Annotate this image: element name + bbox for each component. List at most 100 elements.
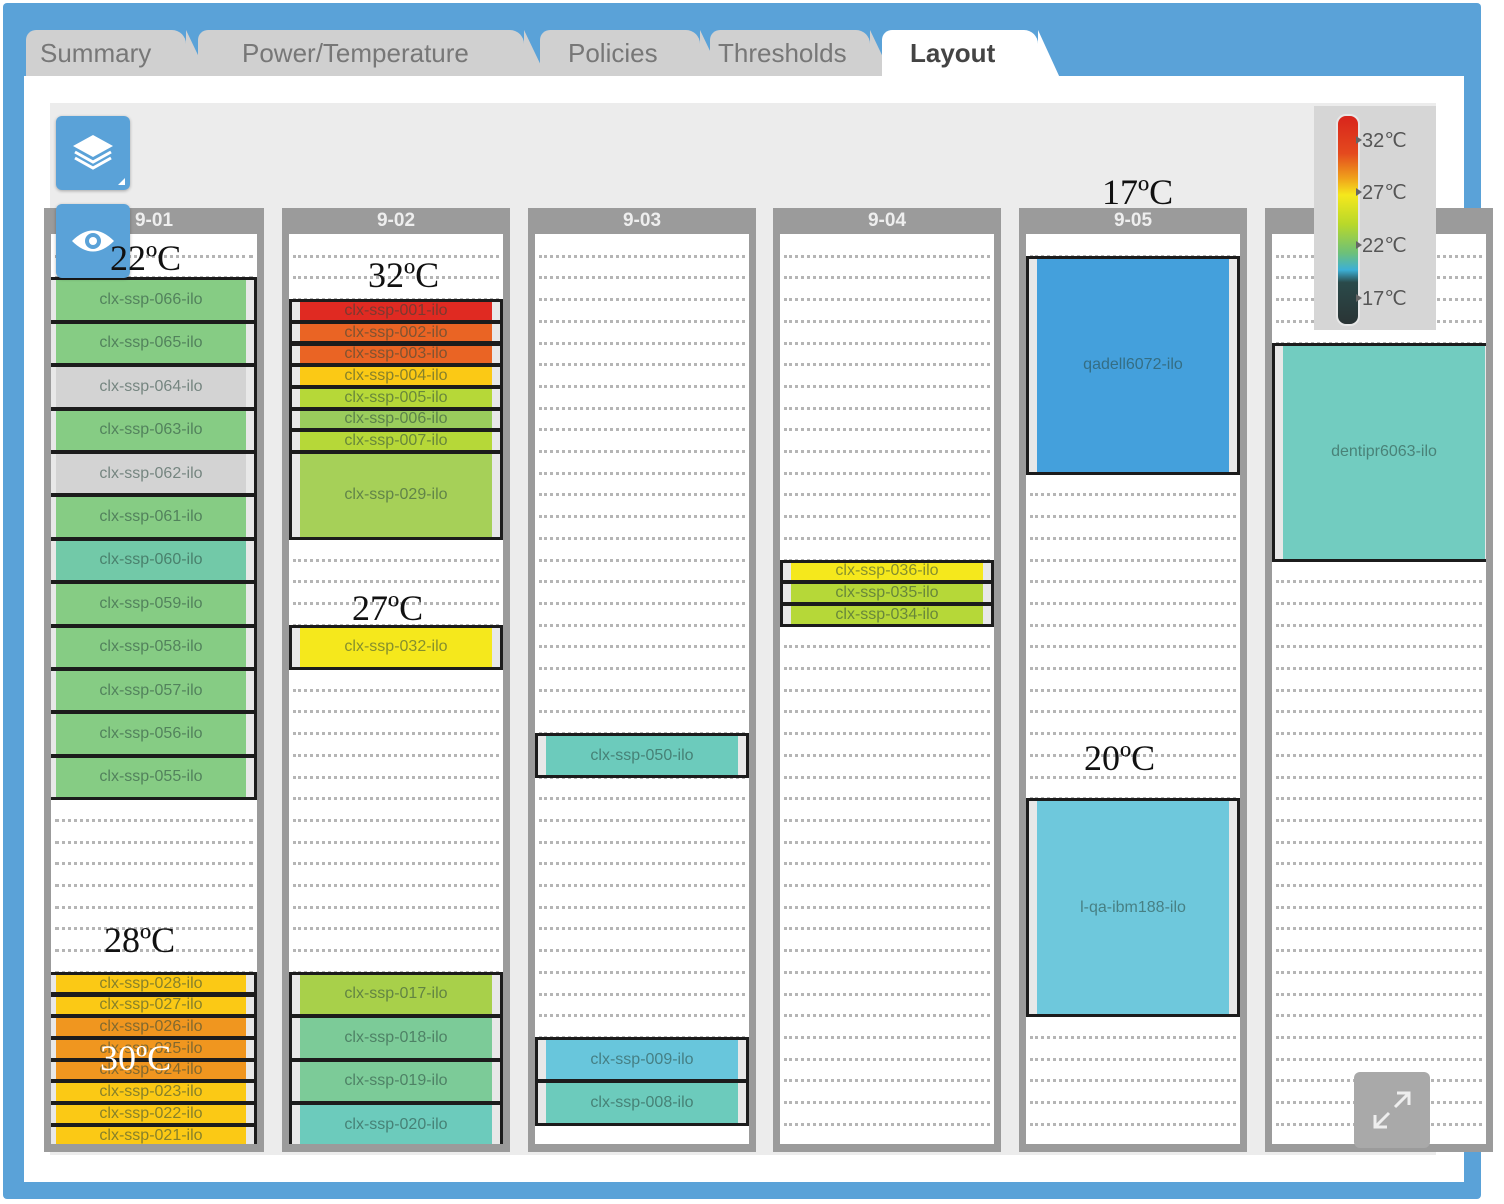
rack-ear	[738, 1039, 746, 1080]
server-device[interactable]: clx-ssp-004-ilo	[289, 364, 503, 388]
slot-divider	[539, 384, 745, 388]
server-device[interactable]: clx-ssp-002-ilo	[289, 320, 503, 345]
server-device[interactable]: clx-ssp-028-ilo	[51, 971, 257, 996]
server-device[interactable]: clx-ssp-055-ilo	[51, 754, 257, 801]
temperature-annotation: 30ºC	[100, 1038, 172, 1078]
server-device[interactable]: clx-ssp-060-ilo	[51, 537, 257, 584]
device-label: clx-ssp-059-ilo	[99, 594, 203, 612]
device-label: clx-ssp-007-ilo	[344, 432, 448, 450]
rack-title: 9-03	[622, 210, 662, 231]
device-label: clx-ssp-022-ilo	[99, 1104, 203, 1122]
server-device[interactable]: clx-ssp-059-ilo	[51, 581, 257, 627]
rack-9-02[interactable]: 9-02 clx-ssp-001-ilo clx-ssp-002-ilo clx-ss…	[282, 208, 510, 1152]
slot-divider	[1276, 775, 1482, 779]
slot-divider	[784, 1035, 990, 1039]
rack-ear	[246, 1126, 254, 1144]
server-device[interactable]: clx-ssp-023-ilo	[51, 1080, 257, 1104]
server-device[interactable]: clx-ssp-064-ilo	[51, 364, 257, 410]
server-device[interactable]: clx-ssp-020-ilo	[289, 1102, 503, 1144]
slot-divider	[1030, 688, 1236, 692]
server-device[interactable]: clx-ssp-006-ilo	[289, 407, 503, 432]
slot-divider	[784, 384, 990, 388]
rack-ear	[292, 432, 300, 450]
server-device[interactable]: clx-ssp-034-ilo	[780, 602, 994, 627]
server-device[interactable]: clx-ssp-029-ilo	[289, 451, 503, 540]
server-device[interactable]: clx-ssp-035-ilo	[780, 581, 994, 605]
slot-divider	[784, 1057, 990, 1061]
rack-ear	[1275, 345, 1283, 559]
slot-divider	[1276, 1057, 1482, 1061]
server-device[interactable]: clx-ssp-007-ilo	[289, 429, 503, 453]
server-device[interactable]: clx-ssp-066-ilo	[51, 277, 257, 323]
tab-power-temperature[interactable]: Power/Temperature	[198, 30, 546, 76]
rack-ear	[492, 388, 500, 407]
server-device[interactable]: clx-ssp-057-ilo	[51, 668, 257, 714]
slot-divider	[1276, 732, 1482, 736]
rack-ear	[292, 410, 300, 429]
server-device[interactable]: l-qa-ibm188-ilo	[1026, 798, 1240, 1018]
slot-divider	[55, 818, 253, 822]
rack-ear	[492, 367, 500, 385]
rack-ear	[246, 410, 254, 450]
server-device[interactable]: clx-ssp-027-ilo	[51, 993, 257, 1018]
rack-9-06[interactable]: 9-06dentipr6063-ilo	[1265, 208, 1493, 1152]
server-device[interactable]: clx-ssp-036-ilo	[780, 559, 994, 584]
server-device[interactable]: dentipr6063-ilo	[1272, 342, 1486, 562]
rack-ear	[783, 584, 791, 602]
rack-9-01[interactable]: 9-01 clx-ssp-066-ilo clx-ssp-065-ilo clx-ss…	[44, 208, 264, 1152]
rack-ear	[51, 1061, 56, 1080]
rack-ear	[492, 1018, 500, 1058]
slot-divider	[539, 818, 745, 822]
rack-ear	[51, 540, 56, 581]
slot-divider	[293, 710, 499, 714]
server-device[interactable]: clx-ssp-021-ilo	[51, 1123, 257, 1144]
server-device[interactable]: clx-ssp-050-ilo	[535, 733, 749, 779]
server-device[interactable]: clx-ssp-008-ilo	[535, 1080, 749, 1126]
server-device[interactable]: clx-ssp-032-ilo	[289, 624, 503, 670]
slot-divider	[784, 949, 990, 953]
tab-label: Policies	[568, 38, 658, 68]
tab-policies[interactable]: Policies	[540, 30, 722, 76]
rack-9-03[interactable]: 9-03 clx-ssp-050-ilo clx-ssp-009-ilo clx-ss…	[528, 208, 756, 1152]
rack-ear	[246, 627, 254, 667]
rack-ear	[783, 562, 791, 581]
server-device[interactable]: clx-ssp-003-ilo	[289, 342, 503, 367]
rack-9-05[interactable]: 9-05 qadell6072-ilo l-qa-ibm188-ilo	[1019, 208, 1247, 1152]
server-device[interactable]: clx-ssp-062-ilo	[51, 451, 257, 497]
server-device[interactable]: clx-ssp-058-ilo	[51, 624, 257, 670]
server-device[interactable]: clx-ssp-063-ilo	[51, 407, 257, 453]
slot-divider	[784, 1014, 990, 1018]
rack-ear	[246, 671, 254, 711]
server-device[interactable]: clx-ssp-056-ilo	[51, 711, 257, 757]
slot-divider	[293, 884, 499, 887]
tab-summary[interactable]: Summary	[26, 30, 208, 76]
tab-thresholds[interactable]: Thresholds	[710, 30, 892, 76]
slot-divider	[1276, 927, 1482, 931]
server-device[interactable]: clx-ssp-017-ilo	[289, 971, 503, 1018]
server-device[interactable]: clx-ssp-019-ilo	[289, 1058, 503, 1104]
server-device[interactable]: qadell6072-ilo	[1026, 255, 1240, 475]
slot-divider	[1030, 1035, 1236, 1039]
tab-layout[interactable]: Layout	[882, 30, 1060, 78]
slot-divider	[1030, 601, 1236, 605]
server-device[interactable]: clx-ssp-061-ilo	[51, 494, 257, 540]
slot-divider	[1030, 1122, 1236, 1126]
rack-9-04[interactable]: 9-04 clx-ssp-036-ilo clx-ssp-035-ilo clx-ss…	[773, 208, 1001, 1152]
slot-divider	[293, 558, 499, 562]
server-device[interactable]: clx-ssp-001-ilo	[289, 299, 503, 323]
server-device[interactable]: clx-ssp-022-ilo	[51, 1102, 257, 1126]
server-device[interactable]: clx-ssp-018-ilo	[289, 1015, 503, 1061]
layers-button[interactable]	[56, 116, 130, 190]
rack-ear	[783, 605, 791, 624]
slot-divider	[784, 818, 990, 822]
rack-ear	[246, 996, 254, 1015]
server-device[interactable]: clx-ssp-026-ilo	[51, 1015, 257, 1039]
server-device[interactable]: clx-ssp-005-ilo	[289, 385, 503, 410]
layers-icon	[73, 135, 113, 170]
rack-ear	[292, 454, 300, 537]
server-device[interactable]: clx-ssp-009-ilo	[535, 1036, 749, 1083]
rack-slots: qadell6072-ilo l-qa-ibm188-ilo	[1026, 234, 1240, 1144]
expand-button[interactable]	[1354, 1072, 1430, 1148]
server-device[interactable]: clx-ssp-065-ilo	[51, 320, 257, 367]
slot-divider	[1276, 1014, 1482, 1018]
